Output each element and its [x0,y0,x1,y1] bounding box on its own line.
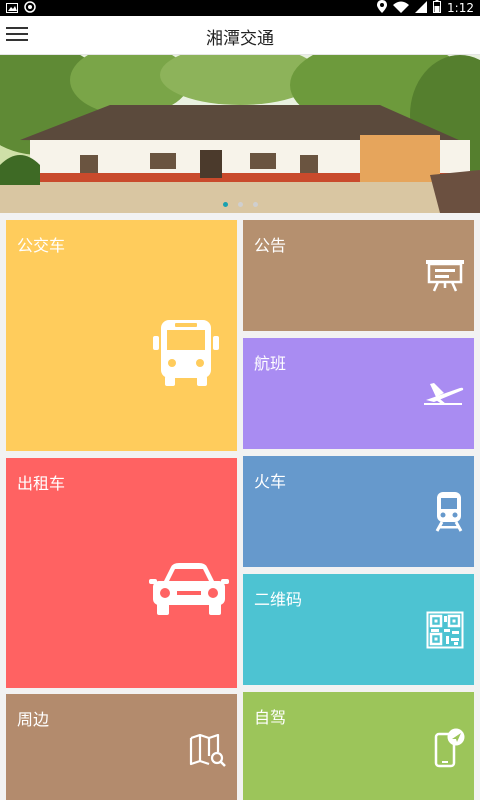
tile-nearby[interactable]: 周边 [6,694,237,800]
banner-image [0,55,480,213]
tile-self-drive[interactable]: 自驾 [243,692,474,800]
carousel-dot[interactable] [237,202,243,207]
location-notification-icon [24,1,36,16]
banner-carousel[interactable] [0,55,480,213]
tile-label: 航班 [254,354,287,373]
tile-label: 自驾 [254,708,287,727]
tile-qr-code[interactable]: 二维码 [243,574,474,685]
tile-label: 周边 [17,710,50,729]
phone-navigation-icon [434,728,466,772]
tile-notice[interactable]: 公告 [243,220,474,331]
status-time: 1:12 [447,1,474,15]
bus-icon [151,318,221,392]
carousel-dot[interactable] [222,202,228,207]
map-search-icon [189,733,227,772]
airplane-icon [424,380,464,410]
tile-flight[interactable]: 航班 [243,338,474,449]
tile-bus[interactable]: 公交车 [6,220,237,451]
battery-icon [433,0,442,16]
status-bar: 1:12 [0,0,480,16]
tile-label: 公告 [254,236,287,255]
page-title: 湘潭交通 [206,29,274,49]
app-header: 湘潭交通 [0,16,480,55]
tile-label: 出租车 [17,474,66,493]
tile-label: 火车 [254,472,287,491]
carousel-indicator [0,202,480,207]
tile-label: 二维码 [254,590,303,609]
qr-code-icon [426,611,464,653]
train-icon [434,492,464,536]
tile-taxi[interactable]: 出租车 [6,458,237,688]
tile-train[interactable]: 火车 [243,456,474,567]
wifi-icon [393,1,410,16]
tile-label: 公交车 [17,236,66,255]
signal-icon [415,0,428,16]
location-icon [377,0,388,16]
notice-board-icon [426,258,464,296]
image-notification-icon [6,2,18,16]
carousel-dot[interactable] [252,202,258,207]
taxi-icon [149,561,229,621]
